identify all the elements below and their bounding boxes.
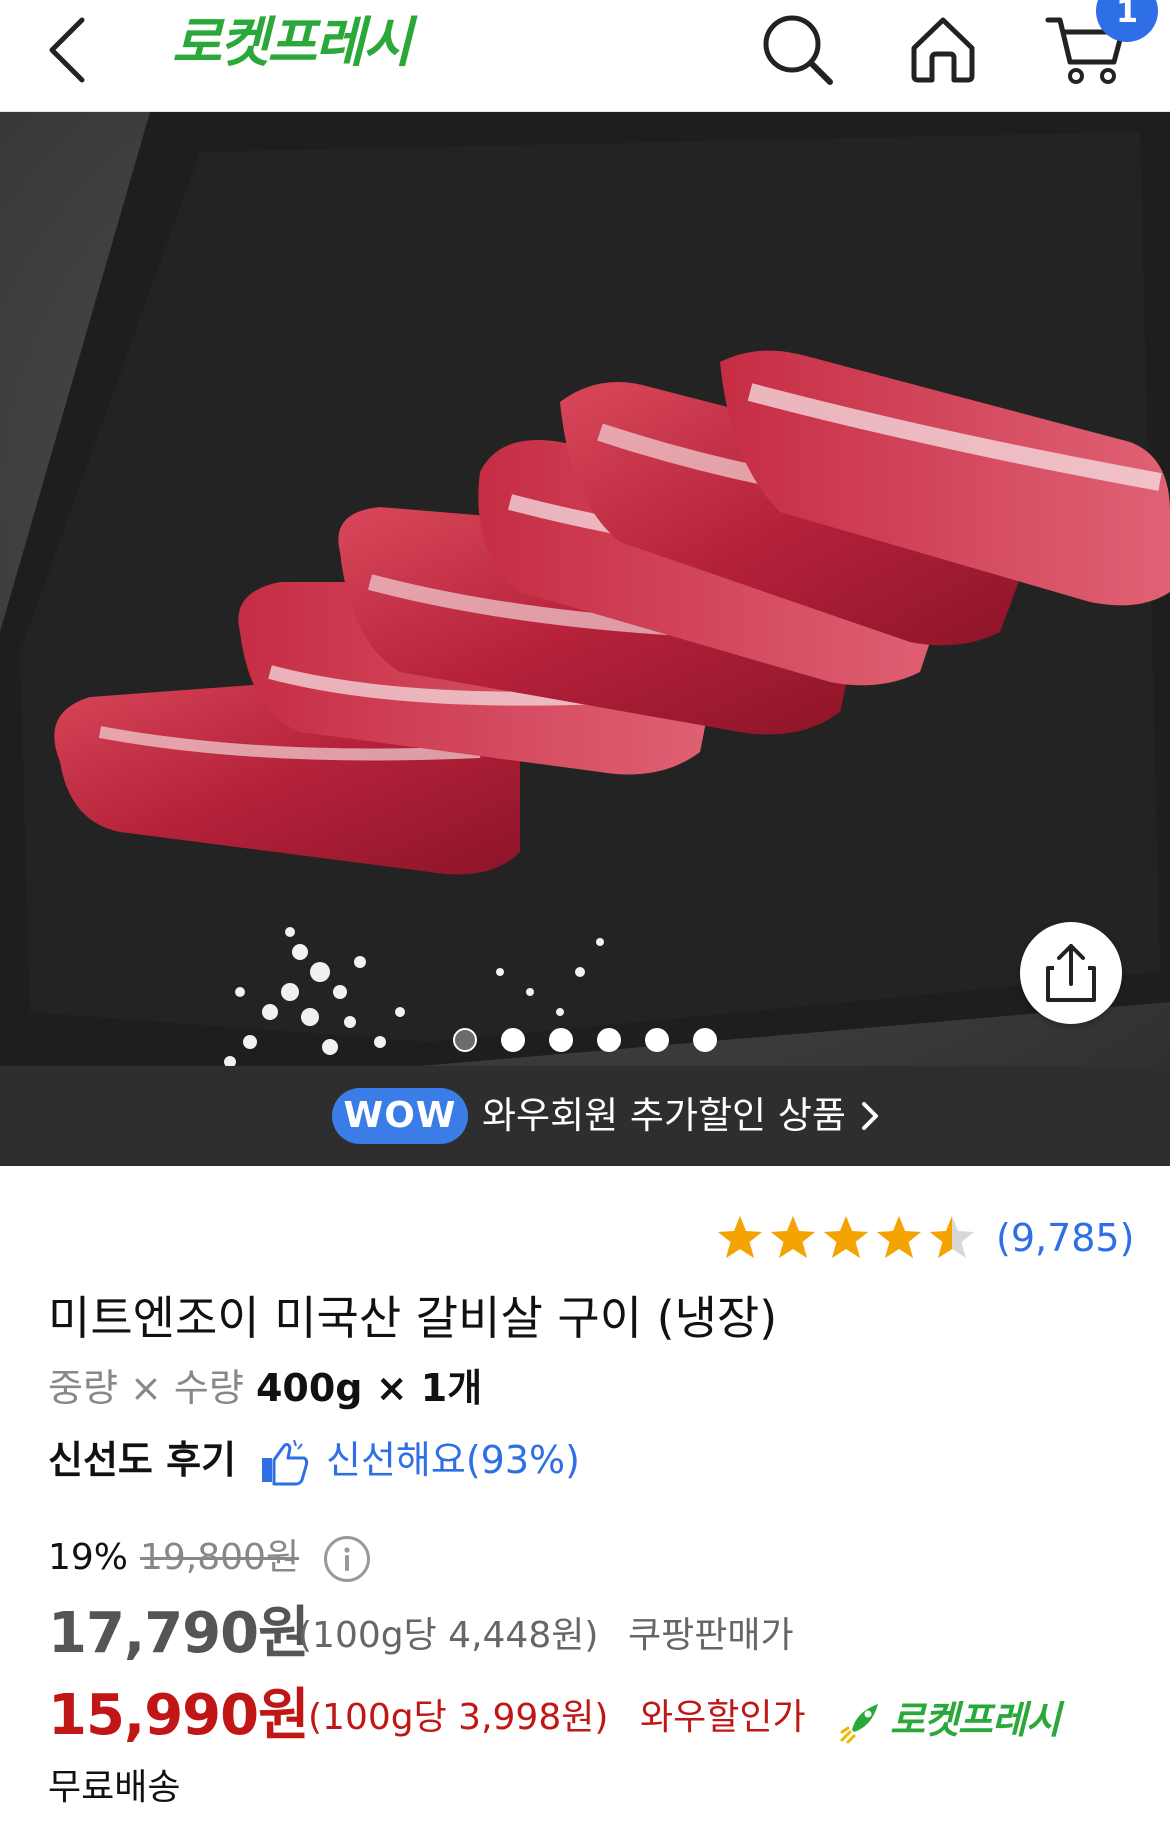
product-photo <box>0 112 1170 1066</box>
star-icon <box>718 1216 762 1258</box>
freshness-label: 신선도 후기 <box>48 1438 237 1482</box>
coupang-price: 17,790원 <box>48 1601 310 1666</box>
wow-price: 15,990원 <box>48 1683 310 1748</box>
rocket-icon <box>840 1704 878 1744</box>
coupang-price-label: 쿠팡판매가 <box>628 1615 794 1656</box>
star-icon <box>824 1216 868 1258</box>
weight-quantity: 중량 × 수량 400g × 1개 <box>48 1360 482 1416</box>
brand-logo[interactable]: 로켓프레시 <box>172 8 412 78</box>
shipping-info: 무료배송 <box>48 1767 181 1808</box>
rocket-fresh-label: 로켓프레시 <box>890 1698 1061 1742</box>
product-title: 미트엔조이 미국산 갈비살 구이 (냉장) <box>48 1291 778 1345</box>
carousel-dot[interactable] <box>453 1028 477 1052</box>
info-icon[interactable] <box>324 1536 370 1582</box>
weight-label: 중량 × 수량 <box>48 1366 244 1410</box>
home-icon[interactable] <box>898 4 988 94</box>
wow-price-label: 와우할인가 <box>640 1697 806 1738</box>
product-image-carousel[interactable] <box>0 112 1170 1066</box>
freshness-value: 신선해요(93%) <box>326 1438 580 1482</box>
thumbs-up-icon <box>262 1439 309 1486</box>
original-price: 19,800원 <box>140 1537 300 1578</box>
weight-value: 400g × 1개 <box>255 1366 483 1410</box>
discount-row: 19% 19,800원 <box>48 1530 648 1586</box>
review-count[interactable]: (9,785) <box>996 1212 1134 1264</box>
coupang-price-row: 17,790원 (100g당 4,448원) 쿠팡판매가 <box>48 1596 1148 1672</box>
product-rating[interactable]: (9,785) <box>716 1212 1136 1264</box>
share-icon <box>1046 944 1096 1002</box>
carousel-indicators <box>0 1028 1170 1058</box>
back-icon[interactable] <box>40 8 100 92</box>
carousel-dot[interactable] <box>645 1028 669 1052</box>
wow-unit-price: (100g당 3,998원) <box>308 1697 609 1738</box>
chevron-right-icon <box>862 1102 878 1130</box>
carousel-dot[interactable] <box>693 1028 717 1052</box>
wow-price-row: 15,990원 (100g당 3,998원) 와우할인가 로켓프레시 <box>48 1676 1148 1756</box>
rocket-fresh-badge: 로켓프레시 <box>838 1692 1138 1748</box>
carousel-dot[interactable] <box>597 1028 621 1052</box>
star-icon <box>877 1216 921 1258</box>
star-icon <box>771 1216 815 1258</box>
coupang-unit-price: (100g당 4,448원) <box>298 1615 599 1656</box>
carousel-dot[interactable] <box>501 1028 525 1052</box>
carousel-dot[interactable] <box>549 1028 573 1052</box>
freshness-review[interactable]: 신선도 후기 신선해요(93%) <box>48 1432 748 1488</box>
wow-banner-text: 와우회원 추가할인 상품 <box>482 1094 846 1137</box>
wow-badge: WOW <box>332 1088 468 1144</box>
star-icon <box>930 1216 974 1258</box>
discount-percent: 19% <box>48 1537 129 1578</box>
search-icon[interactable] <box>752 4 842 94</box>
wow-member-banner[interactable]: WOW 와우회원 추가할인 상품 <box>0 1066 1170 1166</box>
share-button[interactable] <box>1020 922 1122 1024</box>
top-bar: 로켓프레시 1 <box>0 0 1170 112</box>
